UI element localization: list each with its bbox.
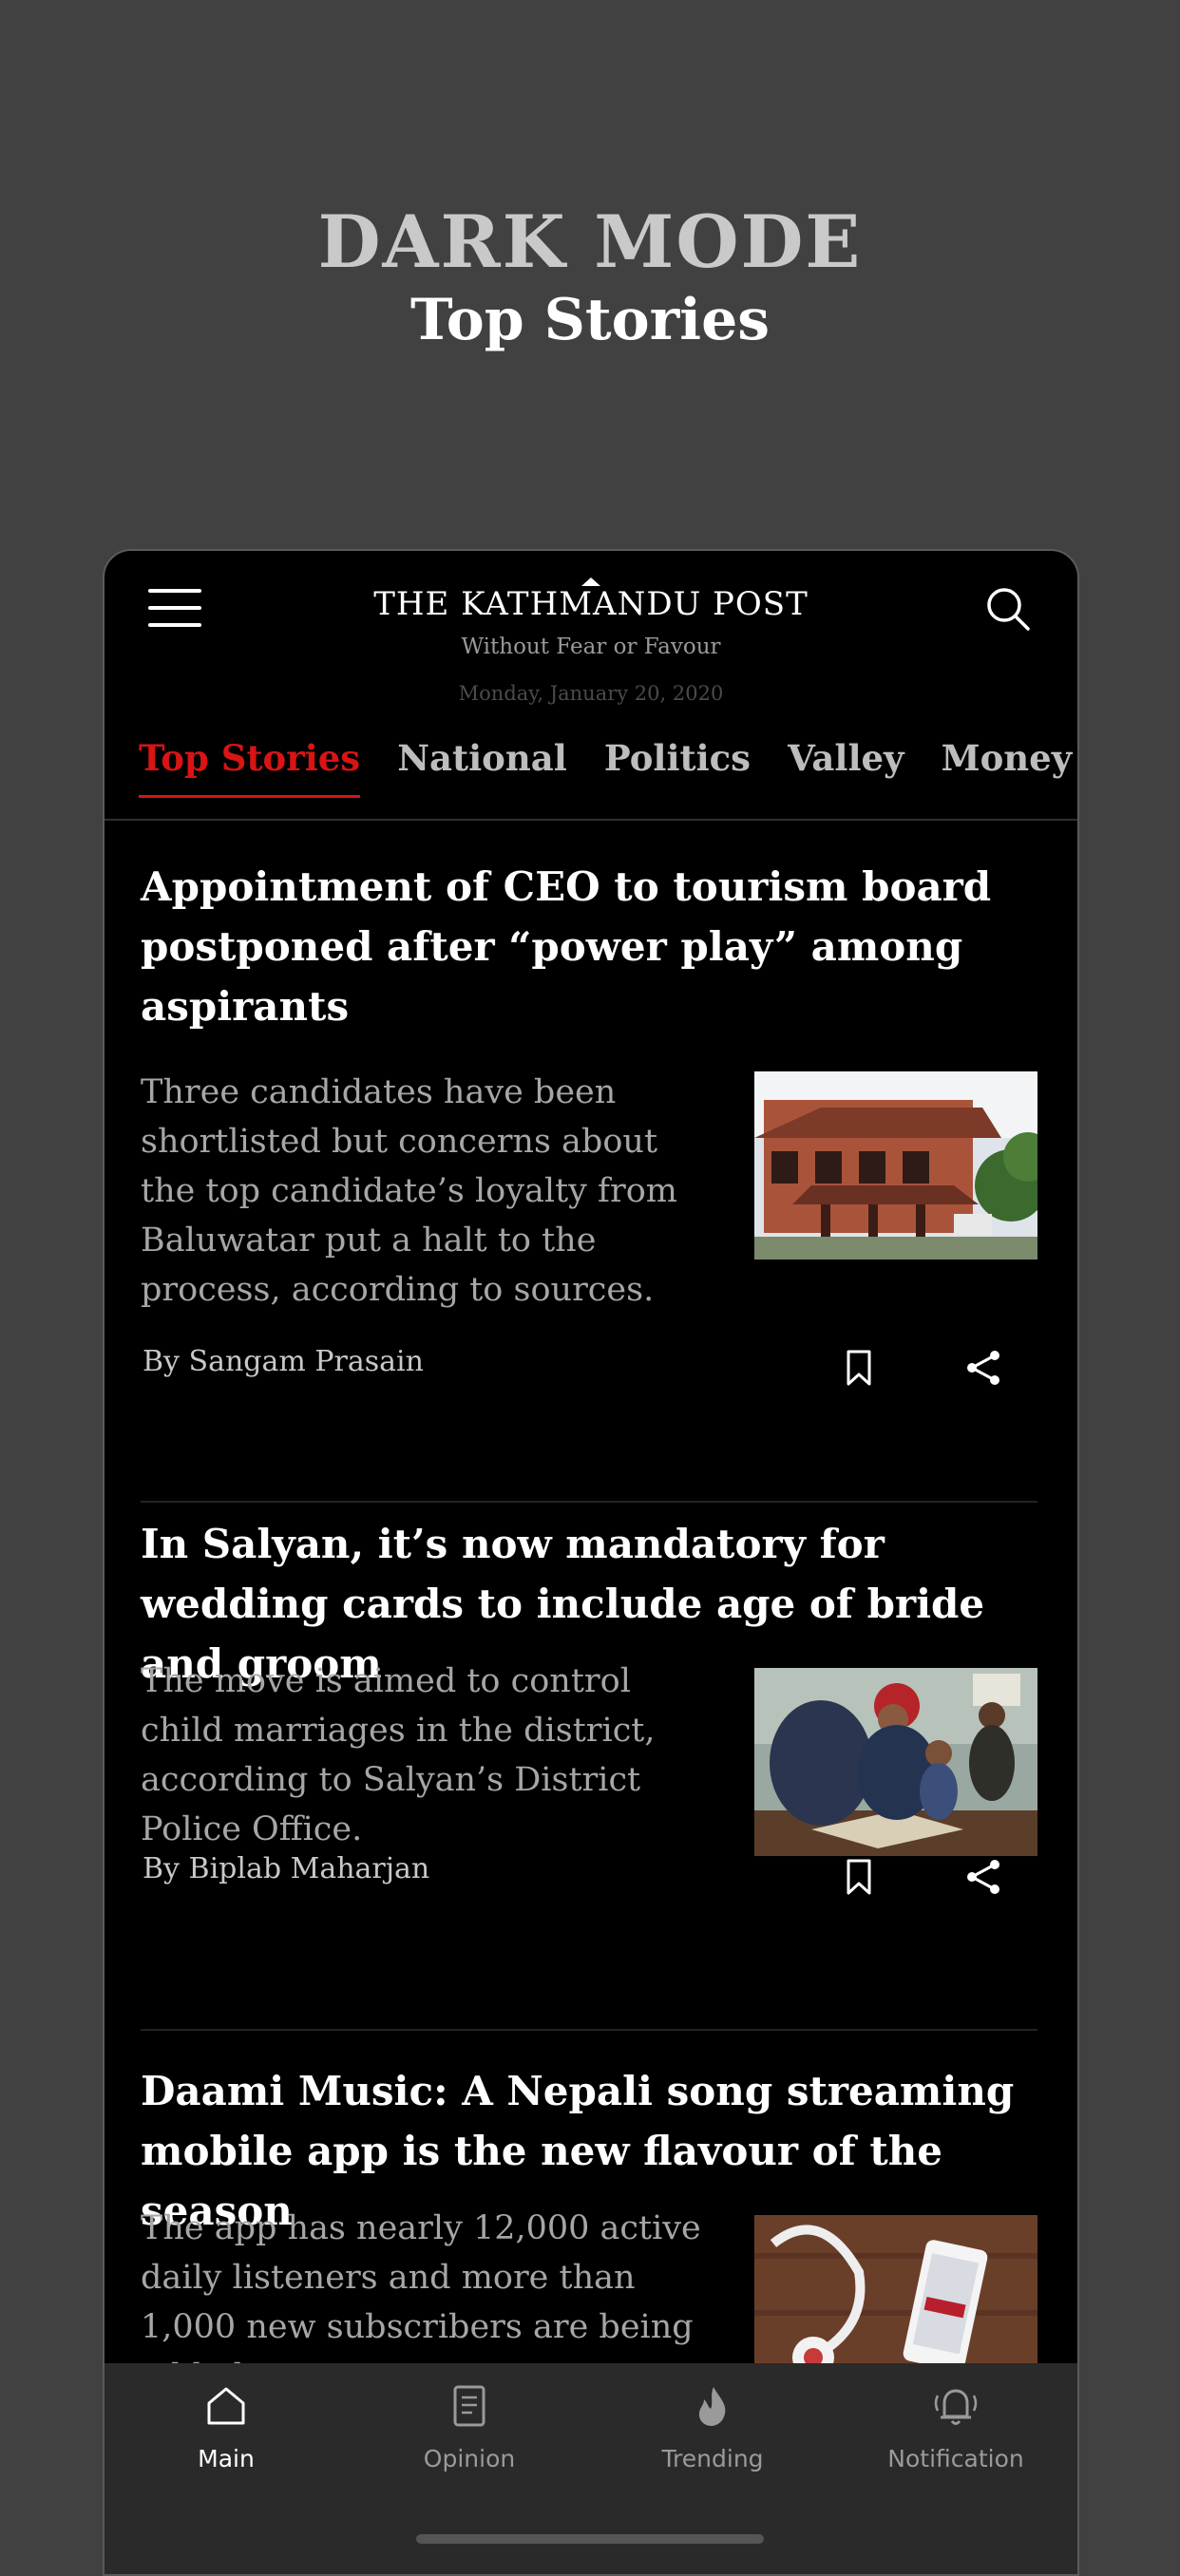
nav-opinion-label: Opinion [423, 2445, 516, 2472]
share-icon[interactable] [963, 1349, 1003, 1387]
share-icon[interactable] [963, 1858, 1003, 1896]
section-tabs: Top Stories National Politics Valley Mon… [139, 737, 1077, 798]
article-separator [141, 2029, 1037, 2031]
tab-money[interactable]: Money [942, 737, 1073, 798]
article-thumbnail-police-office[interactable] [754, 1668, 1037, 1856]
nav-trending-label: Trending [661, 2445, 764, 2472]
bottom-navigation: Main Opinion Trending Notification [105, 2363, 1077, 2574]
document-icon [453, 2385, 485, 2427]
bookmark-icon[interactable] [846, 1858, 872, 1896]
article-summary: The move is aimed to control child marri… [141, 1662, 656, 1848]
tabs-divider [105, 819, 1077, 821]
bell-icon [934, 2389, 978, 2425]
article-summary: Three candidates have been shortlisted b… [141, 1073, 677, 1309]
phone-screen: THE KATHMANDU POST Without Fear or Favou… [103, 549, 1079, 2576]
article-byline[interactable]: By Sangam Prasain [143, 1345, 424, 1378]
tab-top-stories[interactable]: Top Stories [139, 737, 361, 798]
promo-title: DARK MODE [317, 199, 863, 284]
home-icon [207, 2387, 245, 2425]
tab-national[interactable]: National [397, 737, 567, 798]
article-headline[interactable]: Appointment of CEO to tourism board post… [141, 857, 1037, 1036]
article-byline[interactable]: By Biplab Maharjan [143, 1852, 429, 1885]
flame-icon [698, 2387, 726, 2426]
article-separator [141, 1501, 1037, 1503]
tab-valley[interactable]: Valley [788, 737, 904, 798]
nav-opinion[interactable]: Opinion [348, 2384, 591, 2472]
bookmark-icon[interactable] [846, 1349, 872, 1387]
nav-main-label: Main [198, 2445, 255, 2472]
logo-text: THE KATHMANDU POST [373, 585, 809, 623]
nav-notification-label: Notification [887, 2445, 1024, 2472]
date-text: Monday, January 20, 2020 [458, 682, 724, 705]
nav-main[interactable]: Main [105, 2384, 348, 2472]
search-icon[interactable] [984, 585, 1032, 633]
article-summary: The app has nearly 12,000 active daily l… [141, 2209, 701, 2365]
site-logo[interactable]: THE KATHMANDU POST [105, 578, 1077, 623]
logo-hat-icon [581, 578, 600, 586]
article-card[interactable]: In Salyan, it’s now mandatory for weddin… [141, 1514, 1037, 2046]
home-indicator[interactable] [416, 2534, 764, 2544]
nav-notification[interactable]: Notification [834, 2384, 1077, 2472]
nav-trending[interactable]: Trending [591, 2384, 834, 2472]
article-thumbnail-tourism-board[interactable] [754, 1071, 1037, 1260]
article-thumbnail-daami-music[interactable] [754, 2215, 1037, 2365]
tab-politics[interactable]: Politics [604, 737, 751, 798]
article-card[interactable]: Daami Music: A Nepali song streaming mob… [141, 2061, 1037, 2365]
article-card[interactable]: Appointment of CEO to tourism board post… [141, 857, 1037, 1484]
tagline: Without Fear or Favour [461, 635, 721, 659]
promo-subtitle: Top Stories [409, 287, 771, 353]
